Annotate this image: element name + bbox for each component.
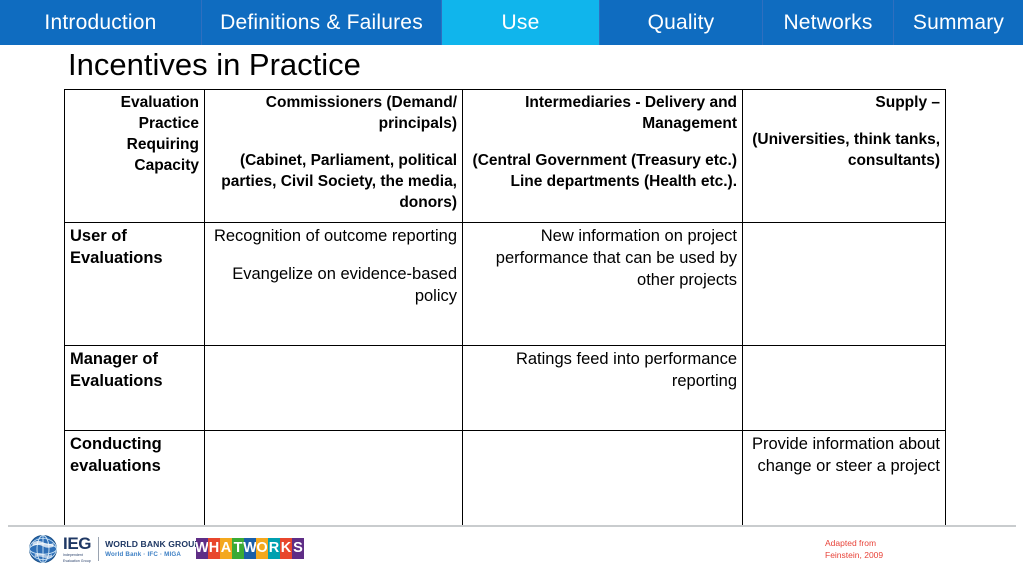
- tab-summary[interactable]: Summary: [894, 0, 1023, 45]
- header-intermediaries-title: Intermediaries - Delivery and Management: [525, 94, 737, 132]
- source-credit-line1: Adapted from: [825, 538, 877, 548]
- table-row: Manager of Evaluations Ratings feed into…: [64, 345, 946, 431]
- ieg-subtitle-line1: Independent: [63, 553, 83, 558]
- cell-user-supply: [742, 222, 946, 346]
- table-body: User of Evaluations Recognition of outco…: [64, 222, 946, 526]
- cell-manager-commissioners: [204, 345, 463, 431]
- cell-conducting-intermediaries: [462, 430, 743, 526]
- tab-quality-label: Quality: [647, 10, 715, 34]
- tab-summary-label: Summary: [912, 10, 1005, 34]
- what-works-letter-4: W: [243, 538, 257, 559]
- source-credit-line2: Feinstein, 2009: [825, 550, 884, 561]
- what-works-logo: WHATWORKS: [195, 538, 304, 559]
- cell-user-intermediaries: New information on project performance t…: [462, 222, 743, 346]
- logo-divider: [98, 537, 100, 561]
- row-label-manager-of-evaluations: Manager of Evaluations: [64, 345, 205, 431]
- globe-icon: [28, 534, 58, 564]
- section-tabs-nav: Introduction Definitions & Failures Use …: [0, 0, 1024, 45]
- row-label-conducting-evaluations: Conducting evaluations: [64, 430, 205, 526]
- tab-networks-label: Networks: [783, 10, 873, 34]
- header-cell-intermediaries: Intermediaries - Delivery and Management…: [462, 89, 743, 223]
- row-label-user-of-evaluations: User of Evaluations: [64, 222, 205, 346]
- header-supply-detail: (Universities, think tanks, consultants): [752, 130, 940, 169]
- cell-manager-intermediaries: Ratings feed into performance reporting: [462, 345, 743, 431]
- what-works-letter-2: A: [220, 538, 232, 559]
- tab-networks[interactable]: Networks: [763, 0, 894, 45]
- cell-manager-supply: [742, 345, 946, 431]
- what-works-letter-5: O: [256, 538, 268, 559]
- tab-quality[interactable]: Quality: [600, 0, 763, 45]
- header-commissioners-detail: (Cabinet, Parliament, political parties,…: [221, 151, 457, 211]
- source-credit: Adapted from Feinstein, 2009: [825, 537, 883, 562]
- world-bank-group-wordmark: WORLD BANK GROUP World Bank · IFC · MIGA: [105, 539, 200, 559]
- header-intermediaries-detail: (Central Government (Treasury etc.) Line…: [472, 151, 737, 190]
- incentives-matrix-table: Evaluation Practice Requiring Capacity C…: [64, 89, 946, 526]
- tab-use[interactable]: Use: [442, 0, 600, 45]
- world-bank-group-name: WORLD BANK GROUP: [105, 538, 201, 549]
- header-commissioners-title: Commissioners (Demand/ principals): [265, 94, 457, 132]
- header-intermediaries-spacer: [468, 135, 737, 151]
- ieg-wordmark: IEG Independent Evaluation Group: [63, 535, 91, 563]
- header-commissioners-spacer: [210, 135, 457, 151]
- cell-user-commissioners-spacer: [210, 248, 457, 264]
- header-supply-title: Supply –: [875, 94, 940, 111]
- what-works-letter-7: K: [280, 538, 292, 559]
- ieg-acronym: IEG: [63, 534, 92, 554]
- tab-definitions-failures[interactable]: Definitions & Failures: [202, 0, 442, 45]
- ieg-world-bank-logo: IEG Independent Evaluation Group WORLD B…: [28, 534, 200, 564]
- what-works-letter-1: H: [208, 538, 220, 559]
- table-row: User of Evaluations Recognition of outco…: [64, 222, 946, 346]
- cell-conducting-supply: Provide information about change or stee…: [742, 430, 946, 526]
- cell-user-commissioners: Recognition of outcome reporting Evangel…: [204, 222, 463, 346]
- cell-user-commissioners-text2: Evangelize on evidence-based policy: [232, 264, 457, 305]
- header-cell-commissioners: Commissioners (Demand/ principals) (Cabi…: [204, 89, 463, 223]
- header-cell-practice: Evaluation Practice Requiring Capacity: [64, 89, 205, 223]
- cell-user-commissioners-text1: Recognition of outcome reporting: [213, 227, 457, 245]
- ieg-subtitle-line2: Evaluation Group: [63, 558, 91, 563]
- what-works-letter-6: R: [268, 538, 280, 559]
- tab-introduction[interactable]: Introduction: [0, 0, 202, 45]
- what-works-letter-8: S: [292, 538, 304, 559]
- page-title: Incentives in Practice: [68, 47, 361, 82]
- table-header-row: Evaluation Practice Requiring Capacity C…: [64, 89, 946, 223]
- tab-introduction-label: Introduction: [44, 10, 157, 34]
- tab-use-label: Use: [501, 10, 540, 34]
- tab-definitions-failures-label: Definitions & Failures: [220, 10, 423, 34]
- table-row: Conducting evaluations Provide informati…: [64, 430, 946, 526]
- header-practice-text: Evaluation Practice Requiring Capacity: [120, 94, 199, 174]
- world-bank-group-members: World Bank · IFC · MIGA: [105, 551, 182, 559]
- table-header: Evaluation Practice Requiring Capacity C…: [64, 89, 946, 223]
- cell-conducting-commissioners: [204, 430, 463, 526]
- footer-divider: [8, 525, 1016, 527]
- what-works-letter-0: W: [195, 538, 209, 559]
- header-cell-supply: Supply – (Universities, think tanks, con…: [742, 89, 946, 223]
- header-supply-spacer: [748, 114, 940, 130]
